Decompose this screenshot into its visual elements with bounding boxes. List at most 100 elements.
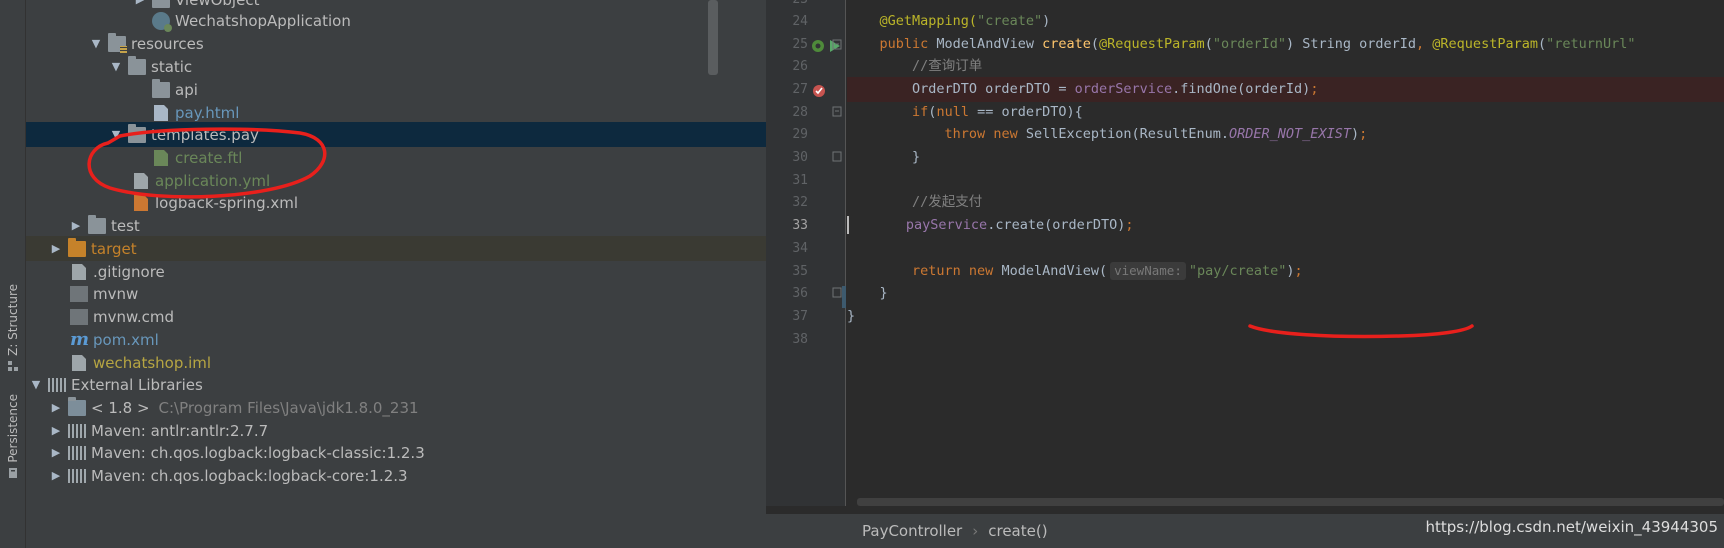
script-file-icon bbox=[70, 308, 88, 325]
collapse-arrow-icon[interactable]: ▼ bbox=[108, 127, 124, 143]
persistence-tab-label: Persistence bbox=[6, 394, 20, 463]
breadcrumb-separator: › bbox=[972, 522, 979, 540]
fold-icon[interactable] bbox=[832, 106, 842, 118]
persistence-tool-tab[interactable]: Persistence bbox=[2, 394, 24, 479]
code-token: ) bbox=[1350, 126, 1360, 142]
constant-token: ORDER_NOT_EXIST bbox=[1229, 126, 1351, 142]
tree-item-create-ftl[interactable]: create.ftl bbox=[26, 145, 766, 170]
code-token: ( bbox=[1537, 36, 1547, 52]
expand-arrow-icon[interactable]: ▶ bbox=[48, 468, 64, 484]
tree-item-mvnw-cmd[interactable]: mvnw.cmd bbox=[26, 304, 766, 329]
script-file-icon bbox=[70, 285, 88, 302]
code-token: ) bbox=[1042, 13, 1051, 29]
tree-item-resources[interactable]: ▼ resources bbox=[26, 31, 766, 56]
collapse-arrow-icon[interactable]: ▼ bbox=[28, 377, 44, 393]
tree-item-label: pay.html bbox=[175, 103, 240, 122]
code-line-36: } bbox=[847, 281, 1724, 306]
keyword-token: if bbox=[912, 104, 929, 120]
tree-item-maven-logback-classic[interactable]: ▶ Maven: ch.qos.logback:logback-classic:… bbox=[26, 440, 766, 465]
tree-item-label: Maven: ch.qos.logback:logback-classic:1.… bbox=[91, 443, 425, 462]
expand-arrow-icon[interactable]: ▶ bbox=[48, 241, 64, 257]
code-token: .findOne(orderId) bbox=[1172, 81, 1311, 97]
expand-arrow-icon[interactable]: ▶ bbox=[68, 218, 84, 234]
tree-item-label: WechatshopApplication bbox=[175, 11, 351, 30]
fold-end-icon[interactable] bbox=[832, 151, 842, 163]
line-number: 38 bbox=[792, 332, 808, 347]
code-token: ; bbox=[1294, 263, 1303, 279]
code-token: ; bbox=[1310, 81, 1319, 97]
tree-item-label: pom.xml bbox=[93, 330, 159, 349]
code-token: } bbox=[912, 149, 921, 165]
tree-item-label: create.ftl bbox=[175, 148, 243, 167]
watermark-url: https://blog.csdn.net/weixin_43944305 bbox=[1425, 518, 1718, 536]
collapse-arrow-icon[interactable]: ▼ bbox=[108, 59, 124, 75]
code-token: SellException(ResultEnum. bbox=[1025, 126, 1230, 142]
breadcrumb-method[interactable]: create() bbox=[988, 522, 1047, 540]
breadcrumb-class[interactable]: PayController bbox=[862, 522, 962, 540]
expand-arrow-icon[interactable]: ▶ bbox=[132, 0, 148, 8]
jdk-folder-icon bbox=[68, 396, 86, 416]
string-token: "returnUrl" bbox=[1546, 36, 1636, 52]
code-line-33: payService.create(orderDTO); bbox=[847, 213, 1724, 238]
ftl-file-icon bbox=[154, 149, 168, 166]
breakpoint-icon[interactable] bbox=[812, 84, 826, 98]
tree-item-logback-spring-xml[interactable]: logback-spring.xml bbox=[26, 190, 766, 215]
tree-item-api[interactable]: api bbox=[26, 77, 766, 102]
tree-item-label: api bbox=[175, 80, 198, 99]
tree-item-templates-pay[interactable]: ▼ templates.pay bbox=[26, 122, 766, 147]
expand-arrow-icon[interactable]: ▶ bbox=[48, 423, 64, 439]
resources-folder-icon bbox=[108, 32, 127, 53]
structure-tool-tab[interactable]: Z: Structure bbox=[2, 284, 24, 372]
xml-file-icon bbox=[134, 194, 148, 211]
expand-arrow-icon[interactable]: ▶ bbox=[48, 445, 64, 461]
tree-item-mvnw[interactable]: mvnw bbox=[26, 281, 766, 306]
tree-item-label: wechatshop.iml bbox=[93, 353, 212, 372]
tree-item-label: mvnw.cmd bbox=[93, 307, 175, 326]
line-number: 32 bbox=[792, 195, 808, 210]
parameter-hint: viewName: bbox=[1110, 262, 1186, 280]
tree-item-test[interactable]: ▶ test bbox=[26, 213, 766, 238]
line-number: 26 bbox=[792, 59, 808, 74]
tree-item-static[interactable]: ▼ static bbox=[26, 54, 766, 79]
tree-item-wechatshopapplication[interactable]: WechatshopApplication bbox=[26, 8, 766, 33]
folder-icon bbox=[88, 214, 106, 234]
expand-arrow-icon[interactable]: ▶ bbox=[48, 400, 64, 416]
tree-item-target[interactable]: ▶ target bbox=[26, 236, 766, 261]
fold-end-icon[interactable] bbox=[832, 287, 842, 299]
maven-icon: m bbox=[70, 329, 90, 350]
field-token: payService bbox=[905, 217, 988, 233]
yml-file-icon bbox=[134, 172, 148, 189]
code-token: ) bbox=[1286, 263, 1295, 279]
libraries-icon bbox=[48, 377, 66, 392]
code-token: ModelAndView( bbox=[1001, 263, 1108, 279]
structure-tab-label: Z: Structure bbox=[6, 284, 20, 356]
fold-icon[interactable] bbox=[832, 39, 842, 51]
code-line-37: } bbox=[847, 304, 1724, 329]
editor-horizontal-scrollbar[interactable] bbox=[857, 498, 1724, 506]
tree-item-jdk[interactable]: ▶ < 1.8 > C:\Program Files\Java\jdk1.8.0… bbox=[26, 395, 766, 420]
keyword-token: throw new bbox=[944, 126, 1026, 142]
code-editor[interactable]: @GetMapping("create") public ModelAndVie… bbox=[847, 0, 1724, 506]
code-token: ModelAndView bbox=[936, 36, 1043, 52]
comment-token: //查询订单 bbox=[912, 58, 983, 74]
annotation-token: @RequestParam bbox=[1099, 36, 1205, 52]
line-number: 24 bbox=[792, 14, 808, 29]
tool-window-strip: Z: Structure Persistence bbox=[0, 0, 26, 548]
tree-item-maven-logback-core[interactable]: ▶ Maven: ch.qos.logback:logback-core:1.2… bbox=[26, 463, 766, 488]
text-file-icon bbox=[72, 263, 86, 280]
comment-token: //发起支付 bbox=[912, 194, 983, 210]
code-token: ( bbox=[1090, 36, 1100, 52]
field-token: orderService bbox=[1074, 81, 1173, 97]
tree-item-pom-xml[interactable]: m pom.xml bbox=[26, 327, 766, 352]
tree-scrollbar[interactable] bbox=[708, 0, 718, 75]
line-number: 29 bbox=[792, 127, 808, 142]
tree-item-label: logback-spring.xml bbox=[155, 193, 299, 212]
folder-icon bbox=[152, 78, 170, 98]
structure-icon bbox=[8, 360, 18, 371]
code-token: } bbox=[847, 308, 856, 324]
line-number: 34 bbox=[792, 241, 808, 256]
module-file-icon bbox=[72, 354, 86, 371]
tree-item-external-libraries[interactable]: ▼ External Libraries bbox=[26, 372, 766, 397]
collapse-arrow-icon[interactable]: ▼ bbox=[88, 36, 104, 52]
keyword-token: return new bbox=[912, 263, 1002, 279]
